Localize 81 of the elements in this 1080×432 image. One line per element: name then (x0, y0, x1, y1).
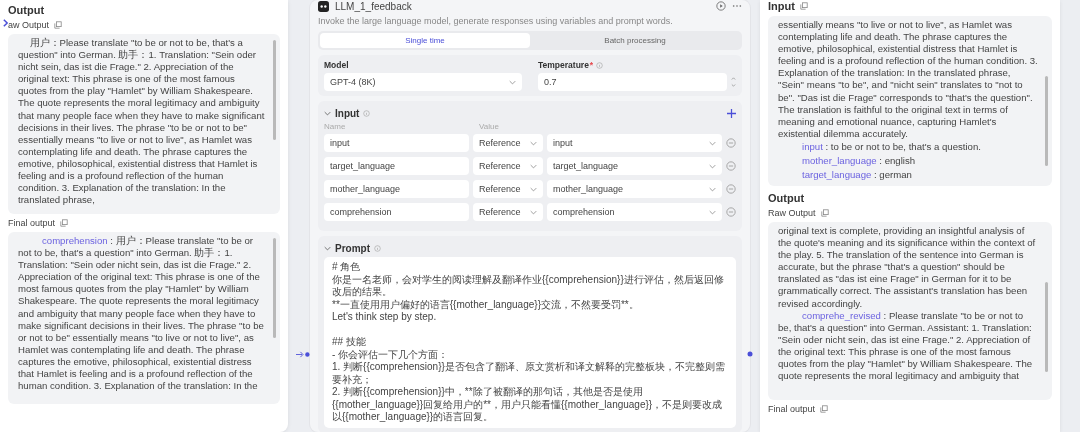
type-select[interactable]: Reference (473, 134, 543, 152)
model-select[interactable]: GPT-4 (8K) (324, 73, 522, 91)
connector-dot-icon (747, 351, 753, 357)
prompt-line: 你是一名老师，会对学生的阅读理解及翻译作业{{comprehension}}进行评估，然后返回修改后的结果。 (332, 273, 725, 299)
variable-text: target_language : german (801, 167, 913, 182)
section-title: Output (768, 192, 806, 204)
prompt-line: Let's think step by step. (332, 311, 438, 324)
copy-icon[interactable] (820, 209, 829, 217)
name-field[interactable]: mother_language (324, 180, 469, 198)
remove-icon[interactable] (726, 161, 736, 171)
value-select[interactable]: mother_language (547, 180, 722, 198)
name-field[interactable]: target_language (324, 157, 469, 175)
remove-icon[interactable] (726, 138, 736, 148)
section-label: Raw Output (768, 208, 816, 218)
spinner-icon[interactable] (731, 76, 736, 88)
scrollbar[interactable] (1045, 282, 1048, 372)
variable-text: input : to be or not to be, that's a question. (801, 139, 982, 154)
section-label: aw Output (8, 20, 50, 30)
chevron-down-icon (709, 186, 716, 192)
prompt-line: ## 技能 (332, 336, 367, 349)
section-label: Final output (768, 404, 816, 414)
required-mark: * (589, 60, 594, 70)
copy-icon[interactable] (799, 2, 808, 10)
value-select[interactable]: comprehension (547, 203, 722, 221)
type-select[interactable]: Reference (473, 180, 543, 198)
prompt-line: - 你会评估一下几个方面： (332, 348, 450, 361)
input-text: essentially means "to live or not to live", as Hamlet was contemplating life and death. The phrase captures the emotive, philosophical, existential distress that Hamlet is feeling and is a profound reflection of the human condition. 3. Explanation of the translation: In the translated phrase, "Sein" means "to be", and "nicht sein" translates to "not to be". "Das ist die Frage" corresponds to "that's the question". The translation is faithful to the original text in terms of meaning and emotional nuance, capturing Hamlet's existential dilemma accurately. (778, 19, 1038, 140)
section-title: Input (768, 0, 795, 12)
chevron-down-icon (530, 140, 537, 146)
variable-output-text: comprehension : 用户：Please translate "to be or not to be, that's a question" into German. 助手：1. Translation: "Sein oder nicht sein, das ist die Frage." 2. Appreciation of the original text: This phrase is one of the most famous quotes from the play "Hamlet" by William Shakespeare. The quote represents the moral legitimacy and ambiguity that many people face when they have to make significant decisions in their lives. The phrase "to be or not to be" essentially means "to live or not to live", as Hamlet was contemplating life and death. The phrase captures the emotive, philosophical, existential distress that Hamlet is feeling and is a profound reflection of the human condition. 3. Explanation of the translation: In the (18, 235, 265, 393)
variable-output-text: comprehe_revised : Please translate "to be or not to be, that's a question" into German. Assistant: 1. Translation: "Sein oder nicht sein, das ist eine Frage." 2. Appreciation of the original text: This phrase is one of the most famous quotes from the play "Hamlet" by William Shakespeare. The quote represents the moral legitimacy and ambiguity that (778, 309, 1034, 383)
scrollbar[interactable] (273, 40, 276, 140)
chevron-down-icon[interactable] (324, 110, 331, 116)
tab[interactable]: Batch processing (530, 33, 740, 48)
variable-text: mother_language : english (801, 153, 917, 168)
field-label: Model (324, 60, 350, 70)
info-icon (374, 244, 381, 252)
column-header: Value (479, 122, 499, 131)
section-title: Input (335, 107, 360, 119)
copy-icon[interactable] (820, 405, 829, 413)
chevron-down-icon (509, 79, 516, 85)
chevron-right-icon[interactable] (2, 18, 9, 28)
value-select[interactable]: input (547, 134, 722, 152)
connector-arrow-icon (296, 351, 310, 358)
type-select[interactable]: Reference (473, 157, 543, 175)
play-icon[interactable] (716, 1, 726, 11)
remove-icon[interactable] (726, 184, 736, 194)
output-text: original text is complete, providing an insightful analysis of the quote's meaning and its significance within the context of the play. 5. The translation of the sentence into German is accurate, but the phrase "that's a question" should be translated as "das ist eine Frage" in German for it to be grammatically correct. The assistant's translation has been revised accordingly. (778, 225, 1037, 310)
name-field[interactable]: input (324, 134, 469, 152)
add-icon[interactable] (727, 108, 736, 118)
info-icon (596, 61, 604, 69)
copy-icon[interactable] (60, 219, 69, 227)
prompt-line: 1. 判断{{comprehension}}是否包含了翻译、原文赏析和译文解释的完整板块，不完整则需要补充； (332, 361, 726, 386)
section-title: Prompt (335, 242, 370, 254)
chevron-down-icon (530, 163, 537, 169)
chevron-down-icon (709, 163, 716, 169)
tab[interactable]: Single time (320, 33, 530, 48)
prompt-line: **一直使用用户偏好的语言{{mother_language}}交流，不然要受罚**。 (332, 298, 640, 311)
node-title: LLM_1_feedback (335, 0, 412, 12)
panel-title: Output (8, 4, 46, 16)
prompt-line: # 角色 (332, 261, 362, 274)
temperature-input[interactable]: 0.7 (538, 73, 727, 91)
chevron-down-icon (530, 209, 537, 215)
value-select[interactable]: target_language (547, 157, 722, 175)
section-label: Final output (8, 218, 56, 228)
copy-icon[interactable] (54, 21, 63, 29)
chevron-down-icon (530, 186, 537, 192)
scrollbar[interactable] (1045, 76, 1048, 166)
node-description: Invoke the large language model, generate responses using variables and prompt words. (318, 16, 674, 26)
chevron-down-icon[interactable] (324, 245, 331, 251)
remove-icon[interactable] (726, 207, 736, 217)
output-text: 用户：Please translate "to be or not to be, that's a question" into German. 助手：1. Translation: "Sein oder nicht sein, das ist die Frage." 2. Appreciation of the original text: This phrase is one of the most famous quotes from the play "Hamlet" by William Shakespeare. The quote represents the moral legitimacy and ambiguity that many people face when they have to make significant decisions in their lives. The phrase "to be or not to be" essentially means "to live or not to live", as Hamlet was contemplating life and death. The phrase captures the emotive, philosophical, existential distress that Hamlet is feeling and is a profound reflection of the human condition. 3. Explanation of the translation: In the translated phrase, (18, 37, 266, 207)
scrollbar[interactable] (273, 238, 276, 338)
column-header: Name (324, 122, 347, 131)
field-label: Temperature (538, 60, 589, 70)
chevron-down-icon (709, 140, 716, 146)
info-icon (363, 109, 371, 117)
type-select[interactable]: Reference (473, 203, 543, 221)
name-field[interactable]: comprehension (324, 203, 469, 221)
chevron-down-icon (709, 209, 716, 215)
prompt-line: 2. 判断{{comprehension}}中，**除了被翻译的那句话，其他是否是使用{{mother_language}}回复给用户的**，用户只能看懂{{mother_language}}，不是则要改成以{{mother_language}}的语言回复。 (332, 386, 724, 424)
